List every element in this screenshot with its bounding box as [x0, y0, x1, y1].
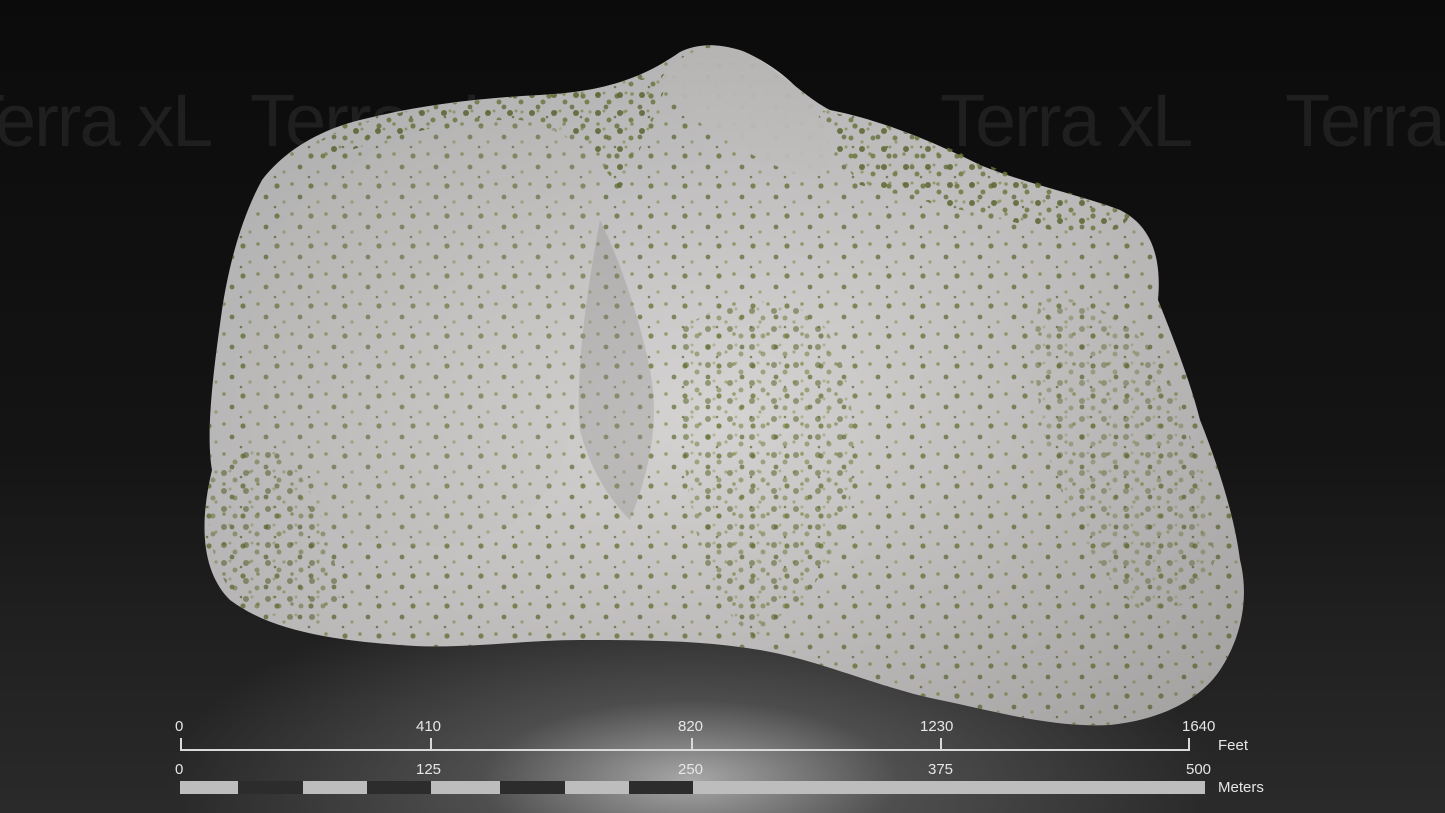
- meters-segment-dark: [367, 781, 431, 794]
- meters-segment-dark: [238, 781, 303, 794]
- feet-tick-label: 0: [175, 718, 184, 735]
- meters-segment-dark: [500, 781, 565, 794]
- meters-tick-label: 500: [1186, 761, 1212, 778]
- meters-segment-dark: [629, 781, 693, 794]
- meters-tick-label: 125: [416, 761, 442, 778]
- feet-tick-label: 820: [678, 718, 704, 735]
- feet-tick-mark: [430, 738, 432, 751]
- meters-tick-label: 250: [678, 761, 704, 778]
- feet-tick-mark: [691, 738, 693, 751]
- terrain-model-icon: [204, 45, 1244, 726]
- model-viewport[interactable]: Terra xL Terra xL Terra xL Terra xL: [0, 0, 1445, 813]
- feet-tick-mark: [1188, 738, 1190, 751]
- feet-tick-label: 1230: [920, 718, 954, 735]
- meters-tick-label: 0: [175, 761, 184, 778]
- meters-tick-label: 375: [928, 761, 954, 778]
- feet-tick-label: 1640: [1182, 718, 1216, 735]
- feet-tick-mark: [940, 738, 942, 751]
- meters-scale-segments: [180, 781, 1205, 794]
- feet-scale-line: [180, 749, 1190, 751]
- feet-tick-label: 410: [416, 718, 442, 735]
- meters-unit-label: Meters: [1218, 779, 1264, 796]
- feet-unit-label: Feet: [1218, 737, 1249, 754]
- feet-tick-mark: [180, 738, 182, 751]
